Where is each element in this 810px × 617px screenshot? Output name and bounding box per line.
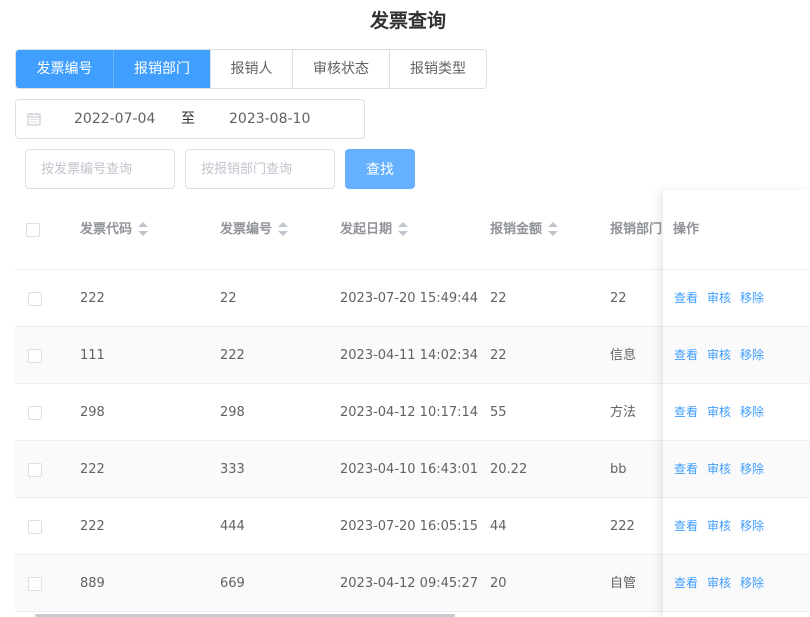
view-link[interactable]: 查看 <box>674 519 698 533</box>
remove-link[interactable]: 移除 <box>740 348 764 362</box>
filter-tabs: 发票编号 报销部门 报销人 审核状态 报销类型 <box>15 49 487 89</box>
remove-link[interactable]: 移除 <box>740 576 764 590</box>
select-all-checkbox[interactable] <box>26 223 40 237</box>
cell-number: 298 <box>220 405 245 420</box>
cell-number: 333 <box>220 462 245 477</box>
header-start-date[interactable]: 发起日期 <box>340 190 409 270</box>
header-invoice-code[interactable]: 发票代码 <box>80 190 149 270</box>
row-actions: 查看 审核 移除 <box>663 498 810 555</box>
audit-link[interactable]: 审核 <box>707 291 731 305</box>
row-actions: 查看 审核 移除 <box>663 270 810 327</box>
remove-link[interactable]: 移除 <box>740 462 764 476</box>
cell-code: 222 <box>80 462 105 477</box>
cell-number: 22 <box>220 291 237 306</box>
cell-date: 2023-04-12 10:17:14 <box>340 405 479 420</box>
sort-icon[interactable] <box>398 221 409 236</box>
date-start[interactable]: 2022-07-04 <box>74 100 155 138</box>
cell-amount: 22 <box>490 291 507 306</box>
row-checkbox[interactable] <box>28 463 42 477</box>
header-invoice-number[interactable]: 发票编号 <box>220 190 289 270</box>
remove-link[interactable]: 移除 <box>740 519 764 533</box>
row-checkbox[interactable] <box>28 349 42 363</box>
row-actions: 查看 审核 移除 <box>663 555 810 612</box>
cell-amount: 22 <box>490 348 507 363</box>
search-button[interactable]: 查找 <box>345 149 415 189</box>
invoice-number-search-input[interactable] <box>25 149 175 189</box>
calendar-icon <box>27 113 41 126</box>
cell-date: 2023-07-20 16:05:15 <box>340 519 479 534</box>
filter-tab-reimburse-type[interactable]: 报销类型 <box>389 50 486 88</box>
sort-icon[interactable] <box>548 221 559 236</box>
sort-icon[interactable] <box>278 221 289 236</box>
cell-department: 自管 <box>610 576 637 591</box>
cell-date: 2023-04-11 14:02:34 <box>340 348 479 363</box>
row-checkbox[interactable] <box>28 292 42 306</box>
cell-department: 信息 <box>610 348 637 363</box>
cell-code: 298 <box>80 405 105 420</box>
cell-amount: 20.22 <box>490 462 528 477</box>
header-amount[interactable]: 报销金额 <box>490 190 559 270</box>
view-link[interactable]: 查看 <box>674 291 698 305</box>
cell-department: 方法 <box>610 405 637 420</box>
cell-code: 222 <box>80 291 105 306</box>
cell-code: 222 <box>80 519 105 534</box>
filter-tab-audit-status[interactable]: 审核状态 <box>292 50 389 88</box>
audit-link[interactable]: 审核 <box>707 348 731 362</box>
cell-department: bb <box>610 462 627 477</box>
audit-link[interactable]: 审核 <box>707 576 731 590</box>
remove-link[interactable]: 移除 <box>740 291 764 305</box>
view-link[interactable]: 查看 <box>674 405 698 419</box>
audit-link[interactable]: 审核 <box>707 405 731 419</box>
filter-tab-reimburser[interactable]: 报销人 <box>210 50 292 88</box>
audit-link[interactable]: 审核 <box>707 519 731 533</box>
cell-amount: 55 <box>490 405 507 420</box>
audit-link[interactable]: 审核 <box>707 462 731 476</box>
filter-tab-department[interactable]: 报销部门 <box>113 50 210 88</box>
row-checkbox[interactable] <box>28 406 42 420</box>
cell-amount: 20 <box>490 576 507 591</box>
cell-date: 2023-04-10 16:43:01 <box>340 462 479 477</box>
row-actions: 查看 审核 移除 <box>663 441 810 498</box>
view-link[interactable]: 查看 <box>674 348 698 362</box>
remove-link[interactable]: 移除 <box>740 405 764 419</box>
header-department: 报销部门 <box>610 222 663 237</box>
actions-column: 操作 查看 审核 移除 查看 审核 移除 查看 审核 移除 查看 审核 移除 查看 审核 移除 查看… <box>663 190 810 617</box>
cell-amount: 44 <box>490 519 507 534</box>
department-search-input[interactable] <box>185 149 335 189</box>
cell-number: 444 <box>220 519 245 534</box>
invoice-query-page: 发票查询 发票编号 报销部门 报销人 审核状态 报销类型 2022-07-04 … <box>0 0 810 617</box>
row-actions: 查看 审核 移除 <box>663 384 810 441</box>
row-checkbox[interactable] <box>28 577 42 591</box>
cell-code: 889 <box>80 576 105 591</box>
view-link[interactable]: 查看 <box>674 462 698 476</box>
view-link[interactable]: 查看 <box>674 576 698 590</box>
date-separator: 至 <box>181 111 195 127</box>
row-actions: 查看 审核 移除 <box>663 327 810 384</box>
row-checkbox[interactable] <box>28 520 42 534</box>
sort-icon[interactable] <box>138 221 149 236</box>
cell-code: 111 <box>80 348 105 363</box>
cell-number: 669 <box>220 576 245 591</box>
cell-department: 22 <box>610 291 627 306</box>
date-range-picker[interactable]: 2022-07-04 至 2023-08-10 <box>15 99 365 139</box>
filter-tab-invoice-number[interactable]: 发票编号 <box>16 50 113 88</box>
header-actions: 操作 <box>663 190 810 270</box>
cell-date: 2023-04-12 09:45:27 <box>340 576 479 591</box>
cell-department: 222 <box>610 519 635 534</box>
date-end[interactable]: 2023-08-10 <box>229 100 310 138</box>
cell-number: 222 <box>220 348 245 363</box>
page-title: 发票查询 <box>369 10 446 32</box>
cell-date: 2023-07-20 15:49:44 <box>340 291 479 306</box>
